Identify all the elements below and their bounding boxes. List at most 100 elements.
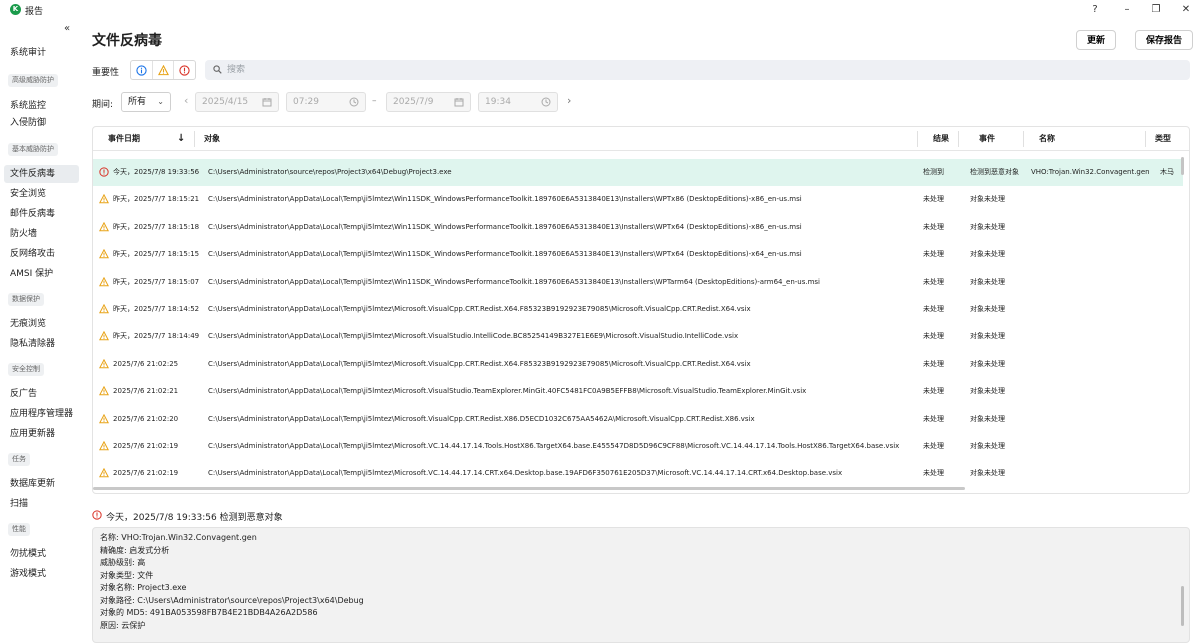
column-header-object[interactable]: 对象 xyxy=(204,127,220,151)
sidebar-item[interactable]: 文件反病毒 xyxy=(4,165,79,183)
cell-event: 对象未处理 xyxy=(970,387,1005,396)
info-filter-button[interactable] xyxy=(131,61,152,79)
collapse-sidebar-icon[interactable]: « xyxy=(64,23,70,34)
cell-date: 2025/7/6 21:02:19 xyxy=(113,469,179,478)
minimize-button[interactable]: – xyxy=(1117,2,1137,18)
clock-icon xyxy=(349,97,359,107)
table-horizontal-scrollbar[interactable] xyxy=(93,487,965,490)
table-row[interactable]: 今天，2025/7/8 19:33:56 C:\Users\Administrat… xyxy=(93,159,1183,186)
cell-date: 2025/7/6 21:02:20 xyxy=(113,414,179,423)
sidebar-item[interactable]: 系统审计 xyxy=(4,44,79,62)
cell-object: C:\Users\Administrator\AppData\Local\Tem… xyxy=(208,305,751,313)
sidebar-item[interactable]: 入侵防御 xyxy=(4,114,79,132)
period-dropdown[interactable]: 所有 ⌄ xyxy=(121,92,171,112)
table-row[interactable]: 昨天，2025/7/7 18:15:07 C:\Users\Administrat… xyxy=(93,269,1183,296)
calendar-icon xyxy=(262,98,272,107)
cell-event: 对象未处理 xyxy=(970,414,1005,423)
table-row[interactable]: 昨天，2025/7/7 18:15:15 C:\Users\Administrat… xyxy=(93,241,1183,268)
column-header-event[interactable]: 事件 xyxy=(979,127,995,151)
sidebar-item[interactable]: 无痕浏览 xyxy=(4,315,79,333)
table-row[interactable]: 2025/7/6 21:02:19 C:\Users\Administrator\… xyxy=(93,433,1183,460)
column-header-name[interactable]: 名称 xyxy=(1039,127,1055,151)
table-row[interactable]: 昨天，2025/7/7 18:15:18 C:\Users\Administrat… xyxy=(93,214,1183,241)
sidebar-item[interactable]: 应用程序管理器 xyxy=(4,405,79,423)
update-button[interactable]: 更新 xyxy=(1076,30,1117,50)
window-title: 报告 xyxy=(25,7,44,17)
sidebar-item[interactable]: 勿扰模式 xyxy=(4,545,79,563)
end-time-field[interactable]: 19:34 xyxy=(478,92,558,112)
maximize-button[interactable]: ❐ xyxy=(1146,2,1166,18)
cell-event: 对象未处理 xyxy=(970,250,1005,259)
table-row[interactable]: 昨天，2025/7/7 18:14:52 C:\Users\Administrat… xyxy=(93,296,1183,323)
sidebar-item[interactable]: 安全浏览 xyxy=(4,185,79,203)
column-header-result[interactable]: 结果 xyxy=(933,127,949,151)
importance-filter xyxy=(130,60,196,80)
warning-filter-button[interactable] xyxy=(151,61,175,79)
sidebar-item[interactable]: 数据库更新 xyxy=(4,475,79,493)
detail-line: 对象名称: Project3.exe xyxy=(100,583,187,592)
cell-type xyxy=(1160,378,1180,405)
sidebar-item[interactable]: 应用更新器 xyxy=(4,425,79,443)
detail-line: 对象路径: C:\Users\Administrator\source\repo… xyxy=(100,595,364,605)
end-date-field[interactable]: 2025/7/9 xyxy=(386,92,471,112)
cell-object: C:\Users\Administrator\AppData\Local\Tem… xyxy=(208,250,802,259)
page-title: 文件反病毒 xyxy=(92,33,162,49)
table-row[interactable]: 2025/7/6 21:02:21 C:\Users\Administrator\… xyxy=(93,378,1183,405)
cell-name xyxy=(1031,406,1157,433)
sidebar-section-label: 安全控制 xyxy=(8,363,44,376)
sidebar-item[interactable]: 反网络攻击 xyxy=(4,245,79,263)
cell-result: 未处理 xyxy=(923,277,944,286)
sidebar-item[interactable]: 游戏模式 xyxy=(4,565,79,583)
sidebar-section-label: 性能 xyxy=(8,523,30,536)
column-header-type[interactable]: 类型 xyxy=(1155,127,1171,151)
table-vertical-scrollbar[interactable] xyxy=(1181,157,1184,175)
cell-name xyxy=(1031,323,1157,350)
table-row[interactable]: 2025/7/6 21:02:25 C:\Users\Administrator\… xyxy=(93,351,1183,378)
column-divider xyxy=(917,131,918,147)
warning-icon xyxy=(99,194,109,204)
detail-scrollbar[interactable] xyxy=(1181,586,1184,626)
sidebar-item[interactable]: 反广告 xyxy=(4,385,79,403)
sidebar-item[interactable]: 系统监控 xyxy=(4,97,79,115)
cell-name: VHO:Trojan.Win32.Convagent.gen xyxy=(1031,168,1150,176)
column-divider xyxy=(958,131,959,147)
table-row[interactable]: 昨天，2025/7/7 18:14:49 C:\Users\Administrat… xyxy=(93,323,1183,350)
critical-icon xyxy=(179,64,190,76)
cell-type xyxy=(1160,460,1180,487)
cell-type xyxy=(1160,241,1180,268)
cell-name xyxy=(1031,296,1157,323)
cell-event: 对象未处理 xyxy=(970,195,1005,204)
help-button[interactable]: ? xyxy=(1085,2,1105,18)
save-report-button[interactable]: 保存报告 xyxy=(1135,30,1194,50)
column-header-date[interactable]: 事件日期 xyxy=(108,127,140,151)
close-button[interactable]: ✕ xyxy=(1176,2,1196,18)
cell-result: 检测到 xyxy=(923,168,944,176)
table-row[interactable]: 2025/7/6 21:02:20 C:\Users\Administrator\… xyxy=(93,406,1183,433)
table-row[interactable]: 2025/7/6 21:02:19 C:\Users\Administrator\… xyxy=(93,460,1183,487)
warning-icon xyxy=(99,440,109,451)
cell-name xyxy=(1031,269,1157,296)
sidebar-item[interactable]: 扫描 xyxy=(4,495,79,513)
detail-line: 原因: 云保护 xyxy=(100,620,146,630)
detail-line: 对象类型: 文件 xyxy=(100,570,154,580)
sort-arrow-icon[interactable]: ↓ xyxy=(177,127,185,151)
search-input[interactable] xyxy=(227,60,1177,80)
cell-name xyxy=(1031,186,1157,213)
table-row[interactable]: 昨天，2025/7/7 18:15:21 C:\Users\Administrat… xyxy=(93,186,1183,213)
warning-icon xyxy=(99,468,109,478)
cell-result: 未处理 xyxy=(923,387,944,396)
start-date-field[interactable]: 2025/4/15 xyxy=(195,92,279,112)
sidebar-item[interactable]: 邮件反病毒 xyxy=(4,205,79,223)
prev-period-arrow[interactable]: ‹ xyxy=(184,94,188,107)
cell-type: 木马 xyxy=(1160,168,1174,176)
cell-object: C:\Users\Administrator\AppData\Local\Tem… xyxy=(208,387,807,396)
sidebar-item[interactable]: 隐私清除器 xyxy=(4,335,79,353)
sidebar-item[interactable]: AMSI 保护 xyxy=(4,265,79,283)
cell-object: C:\Users\Administrator\AppData\Local\Tem… xyxy=(208,222,802,231)
start-time-field[interactable]: 07:29 xyxy=(286,92,366,112)
next-period-arrow[interactable]: › xyxy=(567,94,571,107)
sidebar-item[interactable]: 防火墙 xyxy=(4,225,79,243)
cell-event: 对象未处理 xyxy=(970,442,1005,450)
chevron-down-icon: ⌄ xyxy=(157,97,164,106)
critical-filter-button[interactable] xyxy=(174,61,195,79)
